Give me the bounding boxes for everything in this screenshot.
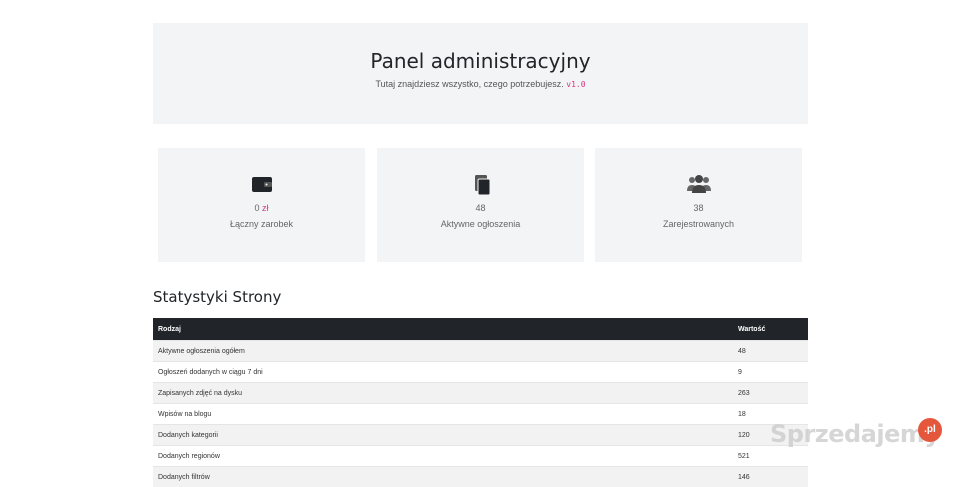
row-value: 9 bbox=[733, 362, 808, 383]
watermark-badge: .pl bbox=[918, 418, 942, 442]
row-value: 521 bbox=[733, 446, 808, 467]
registered-label: Zarejestrowanych bbox=[595, 219, 802, 229]
row-label: Wpisów na blogu bbox=[153, 404, 733, 425]
stats-title: Statystyki Strony bbox=[153, 288, 281, 306]
row-label: Dodanych kategorii bbox=[153, 425, 733, 446]
wallet-icon bbox=[158, 174, 365, 196]
version-code: v1.0 bbox=[566, 80, 585, 89]
table-row: Ogłoszeń dodanych w ciągu 7 dni9 bbox=[153, 362, 808, 383]
users-icon bbox=[595, 174, 802, 196]
row-label: Aktywne ogłoszenia ogółem bbox=[153, 341, 733, 362]
row-value: 48 bbox=[733, 341, 808, 362]
card-earnings: 0 zł Łączny zarobek bbox=[158, 148, 365, 262]
table-row: Wpisów na blogu18 bbox=[153, 404, 808, 425]
row-value: 146 bbox=[733, 467, 808, 487]
active-ads-value: 48 bbox=[377, 203, 584, 213]
table-row: Dodanych filtrów146 bbox=[153, 467, 808, 487]
row-value: 263 bbox=[733, 383, 808, 404]
stats-table: Rodzaj Wartość Aktywne ogłoszenia ogółem… bbox=[153, 318, 808, 487]
table-row: Aktywne ogłoszenia ogółem48 bbox=[153, 341, 808, 362]
row-label: Ogłoszeń dodanych w ciągu 7 dni bbox=[153, 362, 733, 383]
earnings-label: Łączny zarobek bbox=[158, 219, 365, 229]
watermark-logo: Sprzedajemy bbox=[770, 420, 940, 448]
header-panel: Panel administracyjny Tutaj znajdziesz w… bbox=[153, 23, 808, 124]
table-header-row: Rodzaj Wartość bbox=[153, 318, 808, 341]
row-label: Dodanych regionów bbox=[153, 446, 733, 467]
table-row: Zapisanych zdjęć na dysku263 bbox=[153, 383, 808, 404]
card-active-ads: 48 Aktywne ogłoszenia bbox=[377, 148, 584, 262]
registered-value: 38 bbox=[595, 203, 802, 213]
table-row: Dodanych kategorii120 bbox=[153, 425, 808, 446]
column-header-type: Rodzaj bbox=[153, 318, 733, 341]
page-subtitle: Tutaj znajdziesz wszystko, czego potrzeb… bbox=[153, 79, 808, 89]
active-ads-label: Aktywne ogłoszenia bbox=[377, 219, 584, 229]
earnings-value: 0 zł bbox=[158, 203, 365, 213]
table-row: Dodanych regionów521 bbox=[153, 446, 808, 467]
column-header-value: Wartość bbox=[733, 318, 808, 341]
subtitle-text: Tutaj znajdziesz wszystko, czego potrzeb… bbox=[375, 79, 563, 89]
copy-icon bbox=[377, 174, 584, 196]
row-label: Zapisanych zdjęć na dysku bbox=[153, 383, 733, 404]
currency-label: zł bbox=[262, 203, 269, 213]
page-title: Panel administracyjny bbox=[153, 49, 808, 73]
card-registered: 38 Zarejestrowanych bbox=[595, 148, 802, 262]
row-label: Dodanych filtrów bbox=[153, 467, 733, 487]
